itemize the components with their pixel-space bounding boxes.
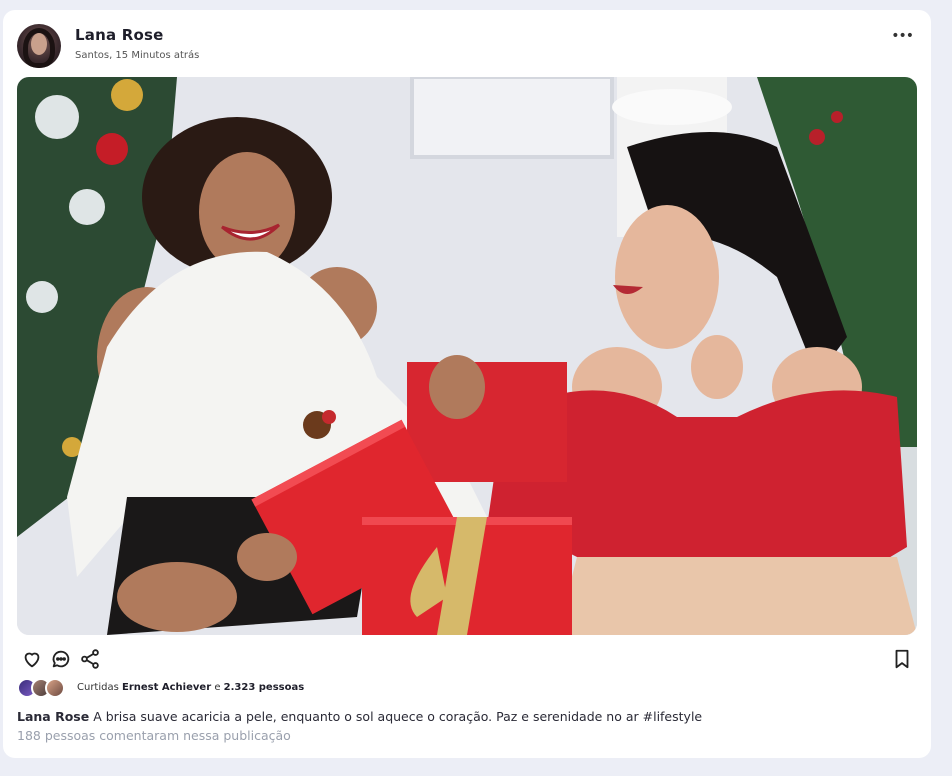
author-name[interactable]: Lana Rose	[75, 26, 163, 44]
like-icon[interactable]	[21, 648, 45, 672]
caption-text: A brisa suave acaricia a pele, enquanto …	[93, 709, 703, 724]
likes-conjunction: e	[214, 682, 221, 693]
post-caption: Lana Rose A brisa suave acaricia a pele,…	[17, 709, 917, 724]
comments-link[interactable]: 188 pessoas comentaram nessa publicação	[17, 728, 291, 743]
comment-icon[interactable]	[50, 648, 74, 672]
likes-prefix: Curtidas	[77, 682, 119, 693]
share-icon[interactable]	[79, 648, 103, 672]
likes-text: Curtidas Ernest Achiever e 2.323 pessoas	[77, 682, 304, 693]
likes-user[interactable]: Ernest Achiever	[122, 682, 211, 693]
more-options-icon[interactable]: •••	[891, 28, 914, 44]
post-image-illustration	[17, 77, 917, 635]
likes-count[interactable]: 2.323 pessoas	[224, 682, 305, 693]
post-meta: Santos, 15 Minutos atrás	[75, 50, 200, 61]
liker-avatar[interactable]	[45, 678, 65, 698]
caption-author[interactable]: Lana Rose	[17, 709, 89, 724]
post-header: Lana Rose Santos, 15 Minutos atrás •••	[17, 24, 917, 68]
post-card: Lana Rose Santos, 15 Minutos atrás ••• C…	[3, 10, 931, 758]
bookmark-icon[interactable]	[891, 648, 915, 672]
author-avatar[interactable]	[17, 24, 61, 68]
post-actions	[17, 648, 917, 674]
post-image[interactable]	[17, 77, 917, 635]
avatar-face	[31, 33, 47, 55]
